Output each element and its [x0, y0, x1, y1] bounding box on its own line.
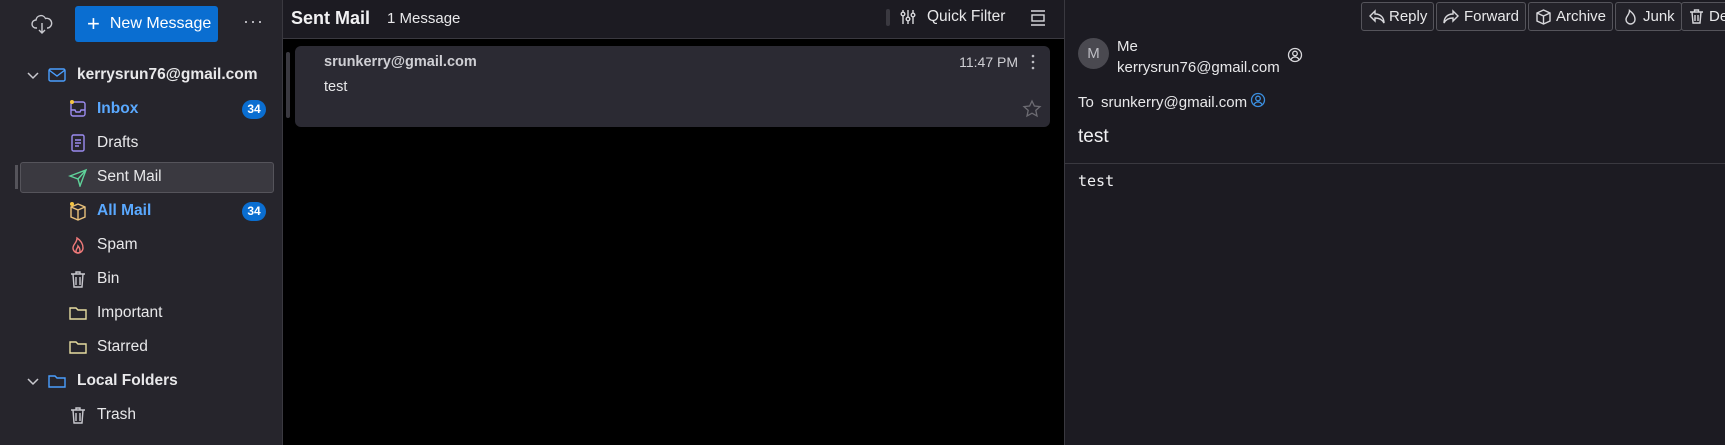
contact-icon[interactable]	[1250, 92, 1266, 108]
message-body: test	[1078, 172, 1115, 190]
folder-pane-header: + New Message ···	[0, 0, 282, 49]
reply-label: Reply	[1389, 8, 1428, 25]
junk-flame-icon	[1622, 8, 1639, 25]
message-subject: test	[324, 79, 348, 95]
message-sender: srunkerry@gmail.com	[324, 54, 477, 70]
message-list-header: Sent Mail 1 Message Quick Filter	[283, 0, 1064, 39]
list-scrollbar[interactable]	[286, 52, 290, 118]
folder-spam[interactable]: Spam	[0, 228, 282, 262]
junk-button[interactable]: Junk	[1615, 2, 1682, 31]
inbox-icon	[68, 99, 88, 119]
message-toolbar: Reply Forward Archive Junk De	[1065, 2, 1725, 32]
contact-icon[interactable]	[1287, 47, 1303, 63]
quick-filter-label: Quick Filter	[927, 8, 1006, 25]
message-reader-pane: Reply Forward Archive Junk De M Me kerry…	[1065, 0, 1725, 445]
folder-sent-mail[interactable]: Sent Mail	[0, 160, 282, 194]
star-icon[interactable]	[1022, 99, 1042, 119]
account-row[interactable]: kerrysrun76@gmail.com	[0, 58, 282, 92]
folder-icon	[68, 303, 88, 323]
unread-count-badge: 34	[242, 99, 266, 119]
folder-label: Important	[97, 304, 163, 321]
new-message-label: New Message	[109, 15, 212, 32]
message-subject-heading: test	[1078, 126, 1109, 147]
plus-icon: +	[87, 11, 100, 36]
archive-box-icon	[68, 201, 88, 221]
forward-icon	[1443, 8, 1460, 25]
more-options-button[interactable]: ···	[243, 12, 263, 32]
folder-icon	[68, 337, 88, 357]
message-list-pane: Sent Mail 1 Message Quick Filter srunker…	[283, 0, 1065, 445]
junk-label: Junk	[1643, 8, 1675, 25]
mail-account-icon	[47, 65, 67, 85]
recipient-email[interactable]: srunkerry@gmail.com	[1101, 94, 1247, 111]
delete-button[interactable]: De	[1681, 2, 1725, 31]
folder-important[interactable]: Important	[0, 296, 282, 330]
filter-sliders-icon	[899, 8, 917, 26]
message-time: 11:47 PM	[959, 54, 1018, 70]
unread-count-badge: 34	[242, 201, 266, 221]
folder-label: All Mail	[97, 202, 152, 219]
reply-button[interactable]: Reply	[1361, 2, 1435, 31]
forward-button[interactable]: Forward	[1436, 2, 1527, 31]
sender-name[interactable]: Me	[1117, 38, 1138, 55]
folder-title: Sent Mail	[291, 8, 371, 28]
kebab-menu-icon[interactable]	[1030, 54, 1036, 70]
folder-pane: + New Message ··· kerrysrun76@gmail.com …	[0, 0, 283, 445]
trash-icon	[1688, 8, 1705, 25]
folder-starred[interactable]: Starred	[0, 330, 282, 364]
folder-label: Spam	[97, 236, 138, 253]
sent-icon	[68, 167, 88, 187]
list-layout-icon[interactable]	[1028, 8, 1048, 28]
message-header: M Me kerrysrun76@gmail.com To srunkerry@…	[1065, 34, 1725, 164]
local-folders-label: Local Folders	[77, 372, 178, 389]
recipient-label: To	[1078, 94, 1094, 111]
new-message-button[interactable]: + New Message	[75, 6, 218, 42]
archive-button[interactable]: Archive	[1528, 2, 1614, 31]
archive-icon	[1535, 8, 1552, 25]
folder-drafts[interactable]: Drafts	[0, 126, 282, 160]
folder-label: Drafts	[97, 134, 139, 151]
chevron-down-icon[interactable]	[26, 374, 40, 388]
local-folder-icon	[47, 371, 67, 391]
folder-label: Starred	[97, 338, 148, 355]
folder-label: Trash	[97, 406, 137, 423]
folder-label: Sent Mail	[97, 168, 162, 185]
folder-label: Inbox	[97, 100, 139, 117]
folder-label: Bin	[97, 270, 120, 287]
folder-bin[interactable]: Bin	[0, 262, 282, 296]
cloud-download-icon[interactable]	[31, 14, 53, 36]
sender-email[interactable]: kerrysrun76@gmail.com	[1117, 59, 1280, 76]
folder-all-mail[interactable]: All Mail 34	[0, 194, 282, 228]
spam-flame-icon	[68, 235, 88, 255]
delete-label: De	[1709, 8, 1725, 25]
folder-trash[interactable]: Trash	[0, 398, 282, 432]
forward-label: Forward	[1464, 8, 1520, 25]
quick-filter-button[interactable]: Quick Filter	[899, 8, 1005, 26]
avatar: M	[1078, 38, 1109, 69]
trash-icon	[68, 269, 88, 289]
archive-label: Archive	[1556, 8, 1607, 25]
toolbar-separator	[886, 9, 890, 26]
folder-inbox[interactable]: Inbox 34	[0, 92, 282, 126]
local-folders-row[interactable]: Local Folders	[0, 364, 282, 398]
reply-icon	[1368, 8, 1385, 25]
chevron-down-icon[interactable]	[26, 68, 40, 82]
message-card[interactable]: srunkerry@gmail.com test 11:47 PM	[295, 46, 1050, 127]
trash-icon	[68, 405, 88, 425]
message-count: 1 Message	[387, 10, 461, 27]
drafts-icon	[68, 133, 88, 153]
account-label: kerrysrun76@gmail.com	[77, 66, 258, 83]
